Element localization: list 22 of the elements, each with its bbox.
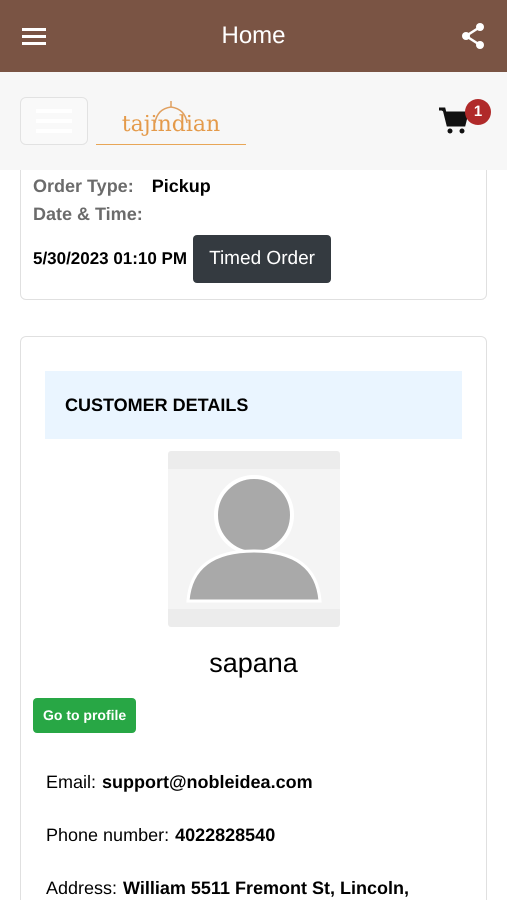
field-value: 4022828540	[175, 824, 276, 846]
date-time-label: Date & Time:	[33, 203, 144, 226]
timed-order-badge: Timed Order	[193, 235, 331, 283]
field-label: Phone number:	[46, 824, 170, 846]
customer-name: sapana	[208, 647, 299, 680]
logo[interactable]: tajindian	[96, 97, 246, 145]
date-time-value: 5/30/2023 01:10 PM	[33, 248, 188, 270]
field-value: support@nobleidea.com	[102, 770, 313, 794]
customer-details-heading: CUSTOMER DETAILS	[65, 394, 248, 416]
order-type-label: Order Type:	[33, 175, 134, 198]
order-type-value: Pickup	[152, 175, 211, 198]
menu-toggle-button[interactable]	[20, 97, 88, 145]
field-label: Address:	[46, 876, 118, 900]
field-label: Email:	[46, 770, 96, 794]
menu-icon[interactable]	[22, 26, 46, 46]
go-to-profile-button[interactable]: Go to profile	[33, 698, 136, 732]
field-value: William 5511 Fremont St, Lincoln,	[123, 876, 409, 900]
cart-count-badge: 1	[465, 99, 491, 125]
share-icon[interactable]	[461, 23, 485, 49]
app-bar-title: Home	[221, 21, 286, 51]
cart-icon[interactable]	[439, 107, 469, 135]
avatar-icon	[168, 451, 340, 627]
